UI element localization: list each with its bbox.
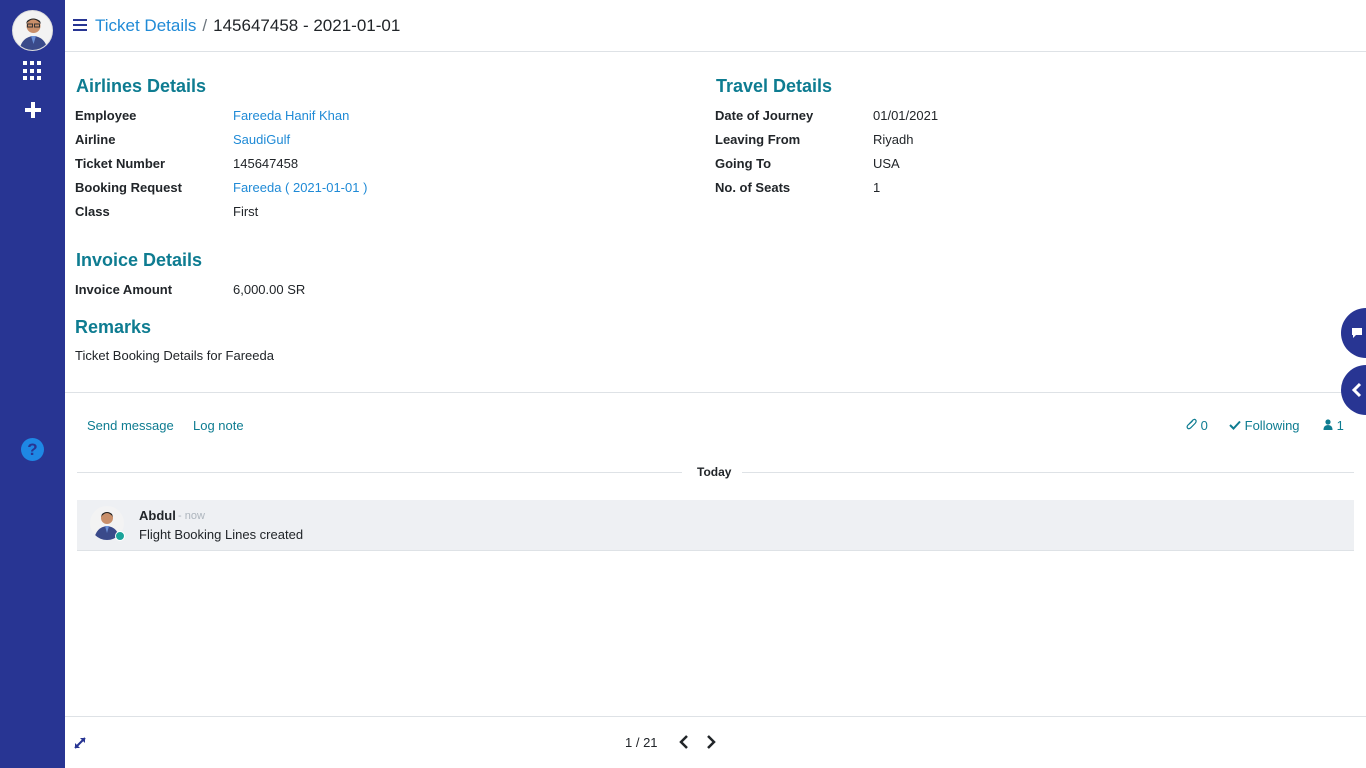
field-label: Date of Journey xyxy=(715,108,814,123)
followers-button[interactable]: 1 xyxy=(1323,418,1344,433)
date-of-journey-value: 01/01/2021 xyxy=(873,108,939,123)
date-separator: Today xyxy=(77,463,1354,483)
chevron-right-icon xyxy=(707,735,716,749)
message-body: Flight Booking Lines created xyxy=(139,527,304,542)
field-booking-request: Booking Request Fareeda ( 2021-01-01 ) xyxy=(75,180,367,195)
field-invoice-amount: Invoice Amount 6,000.00 SR xyxy=(75,282,305,297)
log-note-button[interactable]: Log note xyxy=(193,418,244,433)
user-avatar[interactable] xyxy=(12,10,53,51)
field-class: Class First xyxy=(75,204,258,219)
field-going-to: Going To USA xyxy=(715,156,900,171)
invoice-amount-value: 6,000.00 SR xyxy=(233,282,306,297)
plus-icon[interactable] xyxy=(22,99,44,121)
send-message-button[interactable]: Send message xyxy=(87,418,174,433)
field-ticket-number: Ticket Number 145647458 xyxy=(75,156,298,171)
apps-menu-icon[interactable] xyxy=(23,61,43,81)
message-author[interactable]: Abdul xyxy=(139,508,176,523)
paperclip-icon xyxy=(1186,418,1197,430)
form-sheet: Airlines Details Employee Fareeda Hanif … xyxy=(65,52,1366,393)
pager-value[interactable]: 1 / 21 xyxy=(625,735,658,750)
ticket-number-value: 145647458 xyxy=(233,156,299,171)
employee-link[interactable]: Fareeda Hanif Khan xyxy=(233,108,349,123)
field-label: Invoice Amount xyxy=(75,282,173,297)
breadcrumb-parent[interactable]: Ticket Details xyxy=(95,16,196,35)
message-time: - now xyxy=(178,510,205,522)
field-label: No. of Seats xyxy=(715,180,791,195)
travel-details-title: Travel Details xyxy=(716,76,833,96)
field-label: Employee xyxy=(75,108,137,123)
attachments-button[interactable]: 0 xyxy=(1186,418,1208,433)
field-label: Leaving From xyxy=(715,132,801,147)
remarks-title: Remarks xyxy=(75,317,152,337)
help-icon[interactable]: ? xyxy=(21,438,44,461)
following-button[interactable]: Following xyxy=(1229,418,1300,433)
attachments-count: 0 xyxy=(1200,418,1208,433)
seats-value: 1 xyxy=(873,180,881,195)
field-airline: Airline SaudiGulf xyxy=(75,132,290,147)
following-label: Following xyxy=(1244,418,1300,433)
field-label: Ticket Number xyxy=(75,156,166,171)
chevron-left-icon xyxy=(679,735,688,749)
chatter-topbar: Send message Log note 0 Following 1 xyxy=(65,393,1366,457)
chatter-message: Abdul - now Flight Booking Lines created xyxy=(77,500,1354,551)
remarks-text: Ticket Booking Details for Fareeda xyxy=(75,348,274,363)
breadcrumb-separator: / xyxy=(202,16,208,35)
airlines-details-title: Airlines Details xyxy=(76,76,207,96)
airline-link[interactable]: SaudiGulf xyxy=(233,132,290,147)
chat-icon xyxy=(1352,328,1362,338)
footer-bar: 1 / 21 xyxy=(65,716,1366,768)
pager-previous-button[interactable] xyxy=(677,734,691,750)
field-label: Airline xyxy=(75,132,116,147)
followers-count: 1 xyxy=(1336,418,1344,433)
field-employee: Employee Fareeda Hanif Khan xyxy=(75,108,349,123)
field-seats: No. of Seats 1 xyxy=(715,180,880,195)
pager-next-button[interactable] xyxy=(704,734,718,750)
breadcrumb: Ticket Details / 145647458 - 2021-01-01 xyxy=(95,16,400,36)
field-leaving-from: Leaving From Riyadh xyxy=(715,132,913,147)
field-label: Class xyxy=(75,204,110,219)
booking-request-link[interactable]: Fareeda ( 2021-01-01 ) xyxy=(233,180,367,195)
online-status-dot xyxy=(115,531,125,541)
invoice-details-title: Invoice Details xyxy=(76,250,203,270)
menu-toggle-icon[interactable] xyxy=(73,19,87,31)
breadcrumb-current: 145647458 - 2021-01-01 xyxy=(213,16,401,35)
app-sidebar: ? xyxy=(0,0,65,768)
date-separator-label: Today xyxy=(697,465,732,479)
field-date-of-journey: Date of Journey 01/01/2021 xyxy=(715,108,938,123)
leaving-from-value: Riyadh xyxy=(873,132,914,147)
check-icon xyxy=(1229,420,1241,430)
control-panel: Ticket Details / 145647458 - 2021-01-01 xyxy=(65,0,1366,52)
field-label: Booking Request xyxy=(75,180,182,195)
user-icon xyxy=(1323,419,1333,430)
class-value: First xyxy=(233,204,259,219)
going-to-value: USA xyxy=(873,156,900,171)
expand-icon[interactable] xyxy=(72,735,88,751)
chat-tab[interactable] xyxy=(1341,308,1366,358)
field-label: Going To xyxy=(715,156,772,171)
